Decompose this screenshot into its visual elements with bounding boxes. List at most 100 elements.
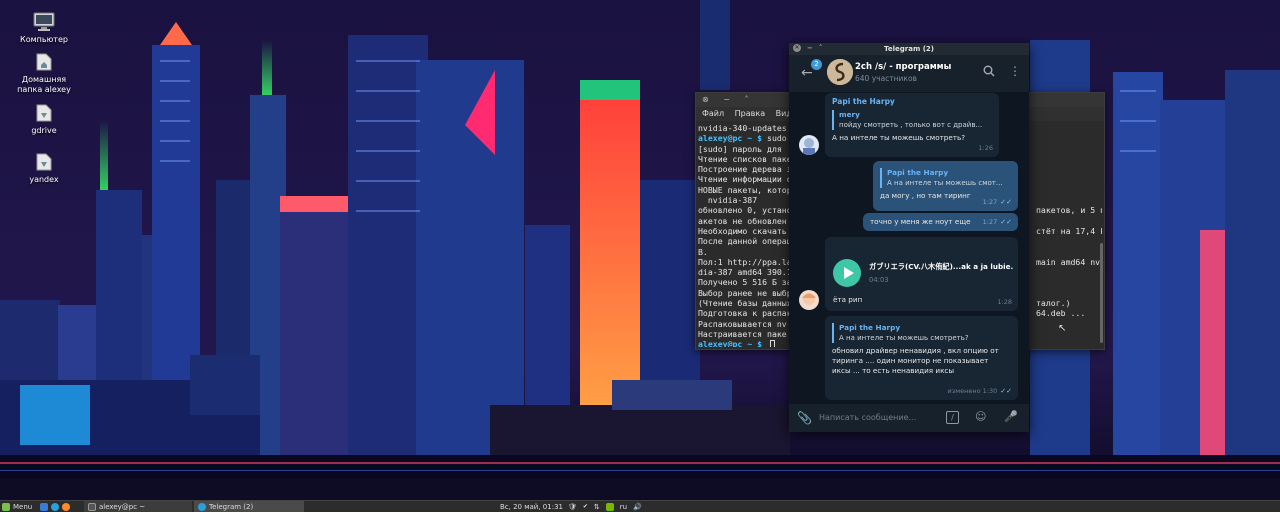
terminal-line-text: акетов не обновлен [698,216,787,226]
terminal-text: Построение дерева з [698,164,792,175]
terminal-text: Получено 5 516 Б за [698,277,792,288]
message-bubble[interactable]: Papi the Harpy А на интеле ты можешь смо… [825,316,1018,400]
clock[interactable]: Вс, 20 май, 01:31 [500,501,563,512]
menu-edit[interactable]: Правка [735,109,765,118]
unread-badge: 2 [811,59,822,70]
task-label: Telegram (2) [209,502,254,511]
telegram-titlebar[interactable]: ✕ − ˄ Telegram (2) [789,43,1029,55]
shell-prompt: alexey@pc ~ $ [698,133,768,144]
reply-preview[interactable]: Papi the Harpy А на интеле ты можешь смо… [832,323,1011,343]
desktop-icon-home-folder[interactable]: Домашняя папка alexey [9,52,79,95]
terminal-line-text: Построение дерева з [698,164,792,174]
terminal-text: Чтение списков паке [698,153,792,164]
message-bubble-outgoing[interactable]: Papi the Harpy А на интеле ты можешь смо… [873,161,1018,211]
task-telegram[interactable]: Telegram (2) [194,501,304,512]
user-avatar-image [799,135,819,155]
message-list[interactable]: Papi the Harpy mery пойду смотреть , тол… [789,93,1029,403]
message-input[interactable]: Написать сообщение... [819,413,916,422]
mouse-pointer-icon: ↖ [1058,323,1067,334]
task-terminal[interactable]: alexey@pc ~ [84,501,192,512]
terminal-text: Подготовка к распак [698,308,792,319]
search-icon[interactable] [983,65,995,77]
show-desktop-icon[interactable] [40,503,48,511]
message-time: 1:27 ✓✓ [982,218,1012,226]
telegram-launcher-icon[interactable] [51,503,59,511]
minimize-icon[interactable]: − [807,44,813,52]
terminal-scrollbar[interactable] [1100,243,1103,343]
user-avatar-image [799,290,819,310]
terminal-line-text: После данной операц [698,236,792,246]
terminal-line-text: alexey@pc ~ $ [698,339,776,347]
updates-icon[interactable]: ✔ [583,501,588,512]
bot-command-icon[interactable]: / [946,411,959,424]
terminal-line-text: [sudo] пароль для [698,144,782,154]
message-time: 1:26 [978,144,993,152]
reply-preview[interactable]: Papi the Harpy А на интеле ты можешь смо… [880,168,1011,188]
terminal-text: Настраивается паке [698,328,787,339]
attach-paperclip-icon[interactable]: 📎 [797,411,812,425]
clock-text: Вс, 20 май, 01:31 [500,503,563,511]
terminal-text: акетов не обновлен [698,215,787,226]
reply-text: пойду смотреть , только вот с драйв... [839,121,983,129]
terminal-line-text: НОВЫЕ пакеты, котор [698,185,792,195]
chat-title[interactable]: 2ch /s/ - программы [855,62,951,72]
mint-logo-icon [2,503,10,511]
desktop-icon-yandex[interactable]: yandex [9,152,79,185]
more-options-icon[interactable]: ⋮ [1009,64,1021,78]
network-icon[interactable]: ⇅ [594,501,600,512]
menu-file[interactable]: Файл [702,109,724,118]
menu-label: Menu [13,503,33,511]
window-controls[interactable]: ✕ − ˄ [793,44,822,52]
chat-avatar[interactable] [827,59,853,85]
firefox-icon[interactable] [62,503,70,511]
terminal-line-text: Настраивается паке [698,329,787,339]
terminal-line-text: B. [698,247,708,257]
message-time: 1:27 ✓✓ [982,198,1012,206]
task-label: alexey@pc ~ [99,503,146,511]
terminal-line-text: Распаковывается nv [698,319,787,329]
terminal-text: обновлено 0, устано [698,205,792,216]
compose-bar: 📎 Написать сообщение... / ☺ 🎤 [789,403,1029,432]
desktop-icon-label: gdrive [31,126,57,135]
terminal-line-text: Выбор ранее не выбр [698,288,792,298]
terminal-text: nvidia-387 [698,195,758,206]
microphone-icon[interactable]: 🎤 [1004,410,1018,423]
window-controls[interactable]: ⊗ − ˄ [702,95,755,104]
close-icon[interactable]: ✕ [793,44,801,52]
terminal-text: Необходимо скачать [698,225,787,236]
maximize-icon[interactable]: ˄ [819,44,823,52]
desktop-icon-label: Домашняя папка alexey [17,75,71,94]
reply-author: Papi the Harpy [839,323,901,332]
menu-button[interactable]: Menu [2,501,32,512]
telegram-window[interactable]: ✕ − ˄ Telegram (2) ← 2 2ch /s/ - програм… [789,43,1029,432]
shell-prompt: alexey@pc ~ $ [698,339,768,347]
message-bubble-outgoing[interactable]: точно у меня же ноут еще 1:27 ✓✓ [863,213,1018,231]
user-avatar[interactable] [799,135,819,155]
shield-icon[interactable]: 🛡 [568,501,577,512]
reply-preview[interactable]: mery пойду смотреть , только вот с драйв… [832,110,992,130]
message-bubble[interactable]: Papi the Harpy mery пойду смотреть , тол… [825,93,999,157]
message-sender[interactable]: Papi the Harpy [832,97,992,107]
terminal-text: Пол:1 http://ppa.la [698,256,792,267]
reply-author: mery [839,110,860,119]
volume-icon[interactable]: 🔊 [633,501,642,512]
nvidia-icon[interactable] [605,503,614,511]
message-bubble[interactable]: ガブリエラ(CV.八木侑紀)...ak a ja lubie. 04:03 ёт… [825,237,1018,311]
audio-play-button[interactable] [833,259,861,287]
terminal-line-text: Необходимо скачать [698,226,787,236]
terminal-line-overflow-text: стёт на 17,4 k [1036,225,1102,236]
desktop-icon-computer[interactable]: Компьютер [9,12,79,45]
terminal-line-text: обновлено 0, устано [698,205,792,215]
desktop-icon-gdrive[interactable]: gdrive [9,103,79,136]
computer-icon [33,12,55,31]
terminal-line-text: nvidia-387 [698,195,757,205]
terminal-line-text: Пол:1 http://ppa.la [698,257,792,267]
terminal-line-text: Подготовка к распак [698,308,792,318]
terminal-line-text: Получено 5 516 Б за [698,277,792,287]
user-avatar[interactable] [799,290,819,310]
desktop-icon-label: Компьютер [20,35,68,44]
keyboard-layout[interactable]: ru [620,501,627,512]
terminal-text: sudo [767,133,787,144]
drive-folder-icon [36,153,52,171]
emoji-icon[interactable]: ☺ [975,410,986,423]
